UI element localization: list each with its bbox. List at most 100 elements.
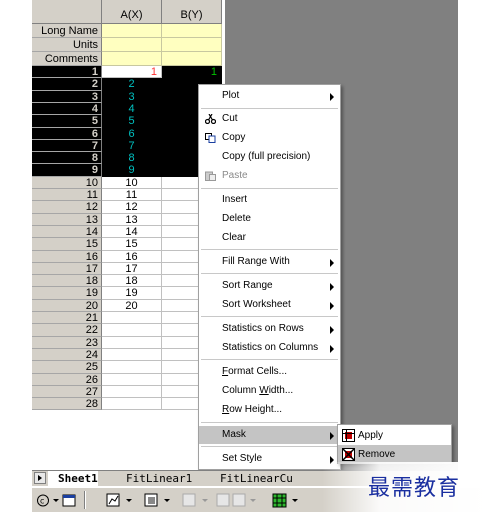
table-cell-a[interactable]: 6: [102, 128, 162, 140]
meta-cell[interactable]: [162, 52, 222, 66]
table-cell-a[interactable]: [102, 312, 162, 324]
menu-item-insert-label: Insert: [222, 194, 248, 205]
menu-item-copy-full-precision[interactable]: Copy (full precision): [199, 148, 340, 166]
menu-item-set-style[interactable]: Set Style: [199, 450, 340, 468]
table-cell-a[interactable]: 15: [102, 238, 162, 251]
tab-scroll-right-icon[interactable]: [34, 472, 46, 484]
menu-item-row-height[interactable]: Row Height...: [199, 401, 340, 419]
menu-item-delete[interactable]: Delete: [199, 210, 340, 228]
table-cell-a[interactable]: 13: [102, 214, 162, 226]
row-header[interactable]: 13: [32, 214, 102, 226]
dropdown-arrow-icon[interactable]: [292, 499, 298, 502]
tab-fitlinear1[interactable]: FitLinear1: [116, 471, 192, 486]
table-cell-a[interactable]: 11: [102, 189, 162, 201]
menu-item-cut[interactable]: Cut: [199, 110, 340, 128]
menu-item-sort-worksheet[interactable]: Sort Worksheet: [199, 296, 340, 314]
row-header[interactable]: 7: [32, 140, 102, 152]
table-cell-a[interactable]: 16: [102, 251, 162, 263]
menu-item-paste[interactable]: Paste: [199, 167, 340, 185]
table-cell-a[interactable]: [102, 386, 162, 398]
row-header[interactable]: 18: [32, 275, 102, 287]
copyright-tool-icon[interactable]: c: [36, 493, 50, 508]
tab-fitlinearcu[interactable]: FitLinearCu: [210, 471, 293, 486]
row-header[interactable]: 27: [32, 386, 102, 398]
row-header[interactable]: 19: [32, 287, 102, 300]
menu-item-sort-range[interactable]: Sort Range: [199, 277, 340, 295]
row-header[interactable]: 26: [32, 374, 102, 386]
window-tool-icon[interactable]: [62, 493, 76, 508]
menu-item-plot[interactable]: Plot: [199, 87, 340, 105]
menu-item-copy[interactable]: Copy: [199, 129, 340, 147]
menu-item-clear[interactable]: Clear: [199, 229, 340, 247]
row-header[interactable]: 6: [32, 128, 102, 140]
row-header[interactable]: 28: [32, 398, 102, 410]
row-header[interactable]: 3: [32, 91, 102, 103]
row-header[interactable]: 10: [32, 177, 102, 189]
grid-color-tool-icon[interactable]: [272, 493, 288, 508]
menu-item-insert[interactable]: Insert: [199, 191, 340, 209]
meta-cell[interactable]: [102, 24, 162, 38]
corner-cell[interactable]: [32, 0, 102, 24]
row-header[interactable]: 12: [32, 201, 102, 214]
row-header[interactable]: 23: [32, 337, 102, 349]
menu-item-mask[interactable]: Mask: [199, 426, 340, 444]
table-cell-a[interactable]: 1: [102, 66, 162, 78]
tab-sheet1[interactable]: Sheet1: [48, 471, 98, 486]
menu-item-format-cells[interactable]: Format Cells...: [199, 363, 340, 381]
row-header[interactable]: 5: [32, 115, 102, 128]
table-cell-a[interactable]: 20: [102, 300, 162, 312]
menu-item-column-width[interactable]: Column Width...: [199, 382, 340, 400]
dropdown-arrow-icon[interactable]: [164, 499, 170, 502]
row-header[interactable]: 20: [32, 300, 102, 312]
row-header[interactable]: 17: [32, 263, 102, 275]
table-cell-a[interactable]: 18: [102, 275, 162, 287]
menu-item-statistics-on-rows[interactable]: Statistics on Rows: [199, 320, 340, 338]
column-header-b[interactable]: B(Y): [162, 0, 222, 24]
table-cell-a[interactable]: 8: [102, 152, 162, 164]
row-header[interactable]: 24: [32, 349, 102, 361]
table-cell-b[interactable]: 1: [162, 66, 222, 78]
row-header[interactable]: 9: [32, 164, 102, 177]
row-header[interactable]: 14: [32, 226, 102, 238]
meta-cell[interactable]: [102, 38, 162, 52]
layer-tool-icon[interactable]: [144, 493, 160, 508]
table-cell-a[interactable]: [102, 374, 162, 386]
table-cell-a[interactable]: 7: [102, 140, 162, 152]
menu-item-statistics-on-columns[interactable]: Statistics on Columns: [199, 339, 340, 357]
table-cell-a[interactable]: [102, 361, 162, 374]
row-header[interactable]: 4: [32, 103, 102, 115]
row-header[interactable]: 16: [32, 251, 102, 263]
table-cell-a[interactable]: 12: [102, 201, 162, 214]
row-header[interactable]: 15: [32, 238, 102, 251]
graph-tool-icon[interactable]: [106, 493, 122, 508]
table-cell-a[interactable]: 9: [102, 164, 162, 177]
menu-separator: [201, 446, 338, 447]
row-header[interactable]: 8: [32, 152, 102, 164]
row-header[interactable]: 25: [32, 361, 102, 374]
dropdown-arrow-icon[interactable]: [126, 499, 132, 502]
table-cell-a[interactable]: 14: [102, 226, 162, 238]
table-cell-a[interactable]: 10: [102, 177, 162, 189]
table-cell-a[interactable]: 2: [102, 78, 162, 91]
row-header[interactable]: 11: [32, 189, 102, 201]
table-cell-a[interactable]: 3: [102, 91, 162, 103]
meta-cell[interactable]: [162, 24, 222, 38]
row-header[interactable]: 21: [32, 312, 102, 324]
column-header-a[interactable]: A(X): [102, 0, 162, 24]
table-cell-a[interactable]: [102, 398, 162, 410]
dropdown-arrow-icon[interactable]: [53, 499, 59, 502]
row-header[interactable]: 22: [32, 324, 102, 337]
table-cell-a[interactable]: 19: [102, 287, 162, 300]
table-cell-a[interactable]: 4: [102, 103, 162, 115]
row-header[interactable]: 1: [32, 66, 102, 78]
menu-item-fill-range-with[interactable]: Fill Range With: [199, 253, 340, 271]
table-cell-a[interactable]: 5: [102, 115, 162, 128]
table-cell-a[interactable]: 17: [102, 263, 162, 275]
submenu-item-apply[interactable]: Apply: [338, 426, 451, 445]
table-cell-a[interactable]: [102, 349, 162, 361]
table-cell-a[interactable]: [102, 324, 162, 337]
meta-cell[interactable]: [102, 52, 162, 66]
table-cell-a[interactable]: [102, 337, 162, 349]
row-header[interactable]: 2: [32, 78, 102, 91]
meta-cell[interactable]: [162, 38, 222, 52]
